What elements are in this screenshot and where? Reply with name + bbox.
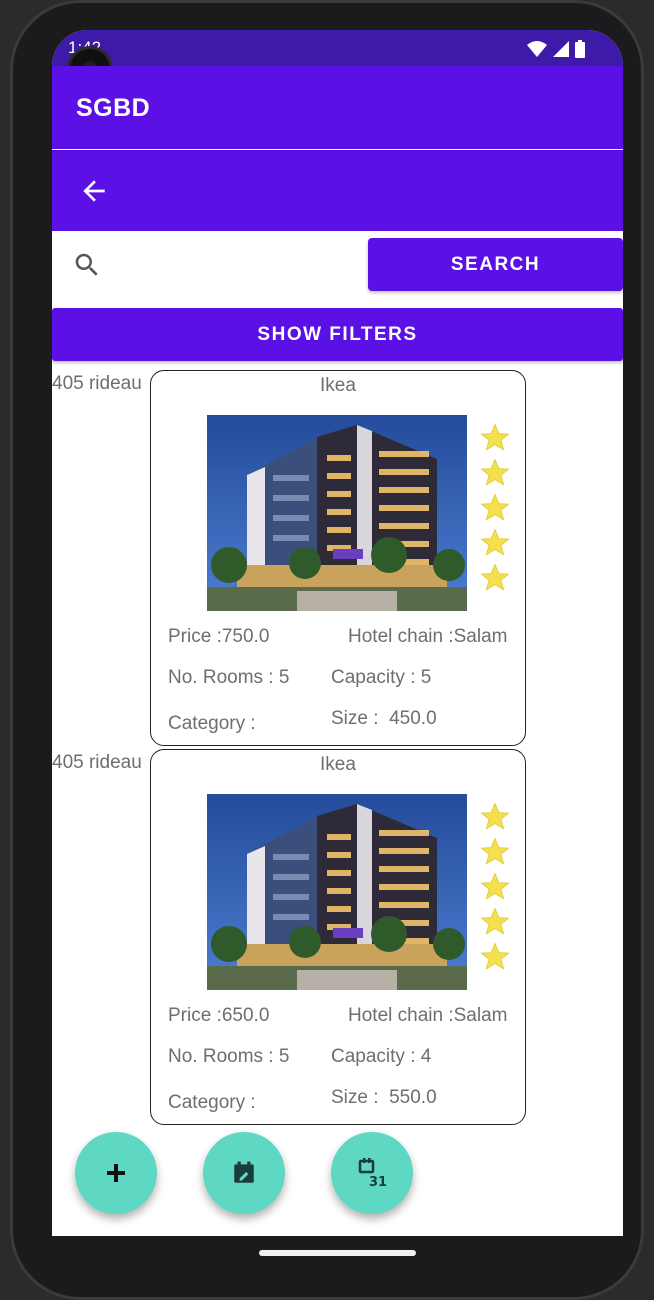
price-row: Price :650.0 — [168, 1005, 269, 1027]
hotel-address: 405 rideau — [52, 752, 142, 773]
star-icon — [480, 872, 510, 902]
capacity-value: 4 — [420, 1046, 432, 1067]
search-button[interactable]: SEARCH — [368, 238, 623, 291]
calendar-note-icon — [234, 1161, 254, 1183]
signal-icon — [553, 41, 569, 57]
star-icon — [480, 493, 510, 523]
hotel-name: Ikea — [320, 754, 356, 775]
size-label: Size : — [331, 1087, 379, 1108]
star-rating — [480, 802, 514, 977]
size-value: 450.0 — [389, 708, 437, 729]
calendar-31-icon: 31 — [358, 1158, 387, 1189]
star-icon — [480, 907, 510, 937]
gesture-navigation-bar[interactable] — [259, 1250, 416, 1256]
star-icon — [480, 528, 510, 558]
wifi-icon — [527, 41, 547, 57]
svg-text:31: 31 — [369, 1175, 387, 1189]
rooms-value: 5 — [278, 667, 290, 688]
price-row: Price :750.0 — [168, 626, 269, 648]
capacity-row: Capacity : 5 — [331, 667, 431, 689]
size-row: Size : 450.0 — [331, 708, 437, 730]
capacity-value: 5 — [420, 667, 432, 688]
star-icon — [480, 458, 510, 488]
category-label: Category : — [168, 1092, 256, 1113]
hotel-image — [207, 415, 467, 611]
chain-label: Hotel chain : — [348, 626, 454, 647]
size-label: Size : — [331, 708, 379, 729]
hotel-card[interactable]: Ikea Price :650.0 Hotel chain :Salam No.… — [150, 749, 526, 1125]
capacity-label: Capacity : — [331, 667, 416, 688]
rooms-row: No. Rooms : 5 — [168, 667, 289, 689]
calendar-31-fab[interactable]: 31 — [331, 1132, 413, 1214]
calendar-note-fab[interactable] — [203, 1132, 285, 1214]
hotel-card[interactable]: Ikea Price :750.0 Hotel chain :Salam No.… — [150, 370, 526, 746]
price-value: 650.0 — [221, 1005, 270, 1026]
category-row: Category : — [168, 713, 256, 735]
app-screen: 1:42 SGBD SEARCH SHOW FILTERS 405 rideau… — [52, 30, 623, 1236]
star-icon — [480, 837, 510, 867]
category-label: Category : — [168, 713, 256, 734]
status-icons — [527, 40, 585, 58]
capacity-label: Capacity : — [331, 1046, 416, 1067]
battery-icon — [575, 40, 585, 58]
search-icon — [75, 253, 98, 276]
phone-frame: 1:42 SGBD SEARCH SHOW FILTERS 405 rideau… — [10, 0, 644, 1300]
chain-value: Salam — [453, 626, 508, 647]
toolbar — [52, 150, 623, 231]
back-arrow-icon[interactable] — [78, 175, 110, 207]
star-icon — [480, 802, 510, 832]
size-value: 550.0 — [389, 1087, 437, 1108]
size-row: Size : 550.0 — [331, 1087, 437, 1109]
star-icon — [480, 942, 510, 972]
chain-row: Hotel chain :Salam — [348, 626, 507, 648]
search-input[interactable] — [110, 242, 364, 288]
chain-row: Hotel chain :Salam — [348, 1005, 507, 1027]
hotel-image — [207, 794, 467, 990]
price-label: Price : — [168, 1005, 222, 1026]
rooms-label: No. Rooms : — [168, 1046, 274, 1067]
chain-value: Salam — [453, 1005, 508, 1026]
rooms-label: No. Rooms : — [168, 667, 274, 688]
category-row: Category : — [168, 1092, 256, 1114]
rooms-value: 5 — [278, 1046, 290, 1067]
rooms-row: No. Rooms : 5 — [168, 1046, 289, 1068]
hotel-name: Ikea — [320, 375, 356, 396]
capacity-row: Capacity : 4 — [331, 1046, 431, 1068]
star-icon — [480, 563, 510, 593]
star-rating — [480, 423, 514, 598]
add-fab[interactable] — [75, 1132, 157, 1214]
star-icon — [480, 423, 510, 453]
app-title: SGBD — [76, 94, 151, 122]
price-label: Price : — [168, 626, 222, 647]
hotel-address: 405 rideau — [52, 373, 142, 394]
app-bar: SGBD — [52, 66, 623, 149]
chain-label: Hotel chain : — [348, 1005, 454, 1026]
show-filters-button[interactable]: SHOW FILTERS — [52, 308, 623, 361]
price-value: 750.0 — [221, 626, 270, 647]
add-icon — [107, 1164, 125, 1182]
status-bar: 1:42 — [52, 30, 623, 66]
